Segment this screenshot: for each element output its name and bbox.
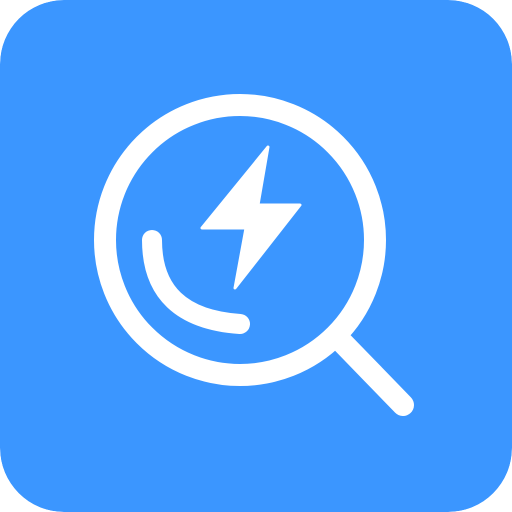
app-icon[interactable] xyxy=(0,0,512,512)
search-lightning-icon xyxy=(0,0,512,512)
